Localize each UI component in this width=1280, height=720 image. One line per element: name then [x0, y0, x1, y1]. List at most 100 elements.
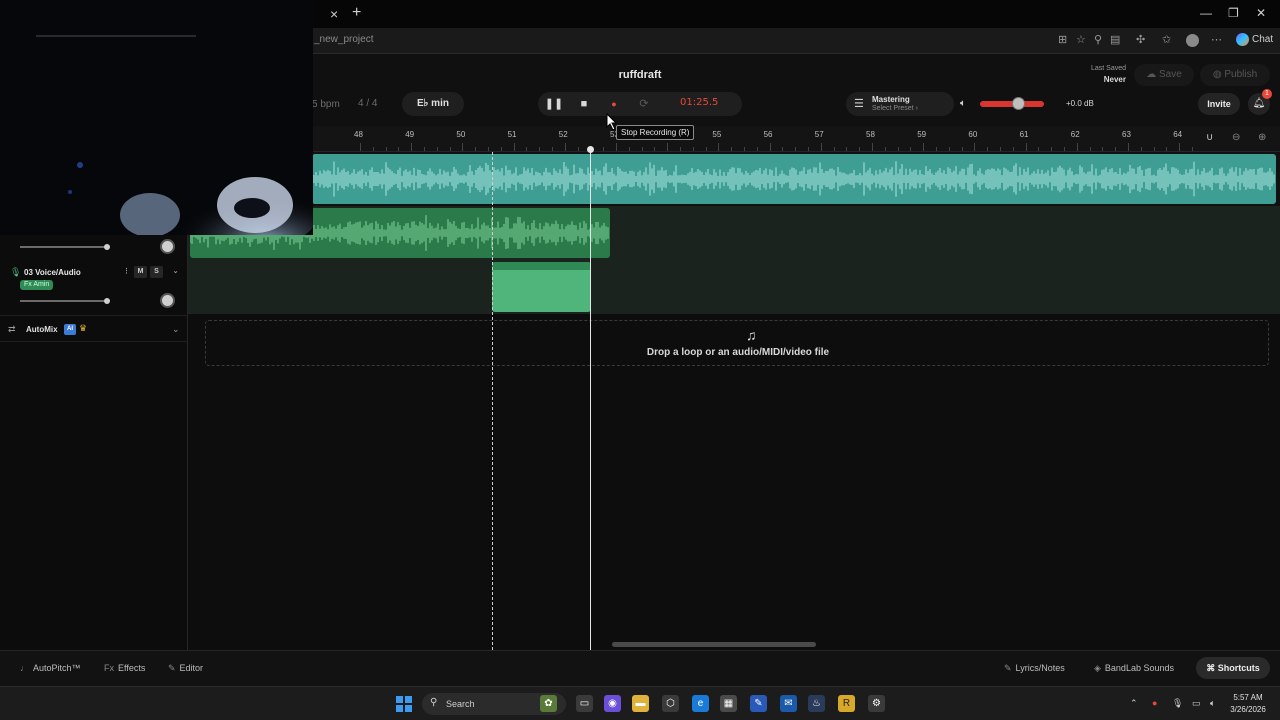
- restore-icon[interactable]: ❐: [1228, 6, 1239, 20]
- loop-start-marker[interactable]: [492, 152, 493, 650]
- solo-button[interactable]: S: [150, 266, 163, 278]
- mute-button[interactable]: M: [134, 266, 147, 278]
- tray-chevron-icon[interactable]: ⌃: [1130, 698, 1138, 709]
- clock-time[interactable]: 5:57 AM: [1226, 693, 1270, 702]
- loop-icon[interactable]: ⟳: [632, 92, 656, 116]
- ruler-tick: [577, 147, 579, 151]
- mastering-button[interactable]: ☰ Mastering Select Preset ›: [846, 92, 954, 116]
- steam-icon[interactable]: ♨: [808, 695, 825, 712]
- search-highlight-icon[interactable]: ✿: [540, 695, 557, 712]
- key-button[interactable]: E♭ min: [402, 92, 464, 116]
- editor-app-icon[interactable]: ✎: [750, 695, 767, 712]
- profile-avatar[interactable]: [1186, 34, 1199, 47]
- minimize-icon[interactable]: —: [1200, 6, 1212, 20]
- playhead-handle[interactable]: [587, 146, 594, 153]
- timeline-ruler[interactable]: 4849505152535455565758596061626364: [312, 126, 1219, 152]
- lyrics-notes-button[interactable]: ✎ Lyrics/Notes: [1004, 663, 1065, 674]
- tray-mic-icon[interactable]: 🎙︎: [1172, 698, 1183, 709]
- tray-display-icon[interactable]: ▭: [1192, 698, 1201, 709]
- extensions-icon[interactable]: ✣: [1136, 33, 1145, 46]
- mastering-sliders-icon: ☰: [854, 98, 864, 110]
- ruler-tick: [449, 147, 451, 151]
- favorites-icon[interactable]: ✩: [1162, 33, 1171, 46]
- editor-button[interactable]: ✎ Editor: [168, 663, 203, 674]
- snap-magnet-icon[interactable]: ∪: [1206, 132, 1213, 143]
- master-volume-thumb[interactable]: [1012, 97, 1026, 110]
- new-tab-icon[interactable]: +: [352, 4, 361, 22]
- clock-date[interactable]: 3/26/2026: [1226, 705, 1270, 714]
- file-explorer-icon[interactable]: ▬: [632, 695, 649, 712]
- tab-close-icon[interactable]: ×: [330, 6, 338, 22]
- track-2-pan-knob[interactable]: [160, 239, 175, 254]
- audio-clip-track-1[interactable]: [312, 154, 1276, 204]
- store-icon[interactable]: ▦: [720, 695, 737, 712]
- invite-button[interactable]: Invite: [1198, 93, 1240, 115]
- task-view-icon[interactable]: ▭: [576, 695, 593, 712]
- track-3-effect-badge[interactable]: Fx Amin: [20, 280, 54, 290]
- mail-icon[interactable]: ✉: [780, 695, 797, 712]
- zoom-in-icon[interactable]: ⊕: [1258, 132, 1266, 143]
- cloud-icon: ☁: [1146, 69, 1159, 80]
- ruler-tick: [1064, 147, 1065, 151]
- rockstar-icon[interactable]: R: [838, 695, 855, 712]
- track-3-header[interactable]: 🎙︎ 03 Voice/Audio Fx Amin ⋮ M S ⌄: [0, 262, 188, 316]
- save-button[interactable]: ☁ Save: [1134, 64, 1194, 86]
- url-text[interactable]: _new_project: [314, 34, 373, 45]
- fx-icon: Fx: [104, 663, 114, 673]
- shortcuts-button[interactable]: ⌘ Shortcuts: [1196, 657, 1270, 679]
- mic-icon[interactable]: ⚲: [1094, 33, 1102, 46]
- ruler-tick: [1128, 143, 1129, 151]
- track-3-pan-knob[interactable]: [160, 293, 175, 308]
- time-signature[interactable]: 4 / 4: [358, 98, 377, 109]
- horizontal-scrollbar[interactable]: [612, 642, 816, 647]
- autopitch-button[interactable]: ♩ AutoPitch™: [20, 663, 81, 673]
- chevron-down-icon[interactable]: ⌄: [169, 266, 182, 278]
- tray-app-icon[interactable]: ●: [1152, 698, 1157, 708]
- automix-row[interactable]: ⇄ AutoMix AI ♛ ⌄: [0, 318, 188, 342]
- mute-speaker-icon[interactable]: 🔈︎: [960, 98, 966, 109]
- time-display: 01:25.5: [680, 97, 719, 108]
- settings-gear-icon[interactable]: ⚙: [868, 695, 885, 712]
- bpm-value[interactable]: 5 bpm: [312, 99, 340, 110]
- pencil-icon: ✎: [168, 663, 176, 673]
- more-menu-icon[interactable]: ⋯: [1211, 33, 1222, 46]
- pause-icon[interactable]: ❚❚: [542, 92, 566, 116]
- tray-volume-icon[interactable]: 🔈︎: [1210, 698, 1215, 709]
- track-lane-3[interactable]: [188, 260, 1280, 314]
- track-3-name[interactable]: 03 Voice/Audio: [24, 268, 81, 277]
- app-install-icon[interactable]: ⊞: [1058, 33, 1067, 46]
- edge-browser-icon[interactable]: e: [692, 695, 709, 712]
- command-icon: ⌘: [1206, 663, 1218, 673]
- track-options-icon[interactable]: ⋮: [120, 266, 133, 278]
- track-2-volume-thumb[interactable]: [104, 244, 110, 250]
- ruler-tick: [462, 143, 464, 151]
- track-area[interactable]: ♫ Drop a loop or an audio/MIDI/video fil…: [188, 146, 1280, 650]
- playhead[interactable]: [590, 148, 591, 650]
- copilot-app-icon[interactable]: ◉: [604, 695, 621, 712]
- close-window-icon[interactable]: ✕: [1256, 6, 1266, 20]
- track-lane-2[interactable]: [188, 206, 1280, 260]
- search-icon: ⚲: [430, 697, 438, 708]
- recording-clip-track-3[interactable]: [492, 262, 591, 312]
- track-2-volume-slider[interactable]: [20, 246, 108, 248]
- bar-number-49: 49: [405, 130, 415, 139]
- windows-start-icon[interactable]: [396, 696, 412, 712]
- chat-button[interactable]: Chat: [1236, 33, 1273, 46]
- ruler-tick: [1102, 147, 1104, 151]
- drop-zone[interactable]: ♫ Drop a loop or an audio/MIDI/video fil…: [205, 320, 1269, 366]
- effects-button[interactable]: Fx Effects: [104, 663, 145, 673]
- publish-button[interactable]: ◍ Publish: [1200, 64, 1270, 86]
- project-title[interactable]: ruffdraft: [600, 69, 680, 81]
- app-icon[interactable]: ⬡: [662, 695, 679, 712]
- reader-icon[interactable]: ▤: [1110, 33, 1120, 46]
- track-3-volume-thumb[interactable]: [104, 298, 110, 304]
- track-lane-1[interactable]: [312, 152, 1280, 206]
- ruler-tick: [552, 147, 553, 151]
- track-3-volume-slider[interactable]: [20, 300, 108, 302]
- zoom-out-icon[interactable]: ⊖: [1232, 132, 1240, 143]
- bandlab-sounds-button[interactable]: ◈ BandLab Sounds: [1094, 663, 1174, 674]
- favorite-star-icon[interactable]: ☆: [1076, 33, 1086, 46]
- bar-number-48: 48: [354, 130, 363, 139]
- automix-chevron-icon[interactable]: ⌄: [172, 324, 180, 335]
- stop-icon[interactable]: ■: [572, 92, 596, 116]
